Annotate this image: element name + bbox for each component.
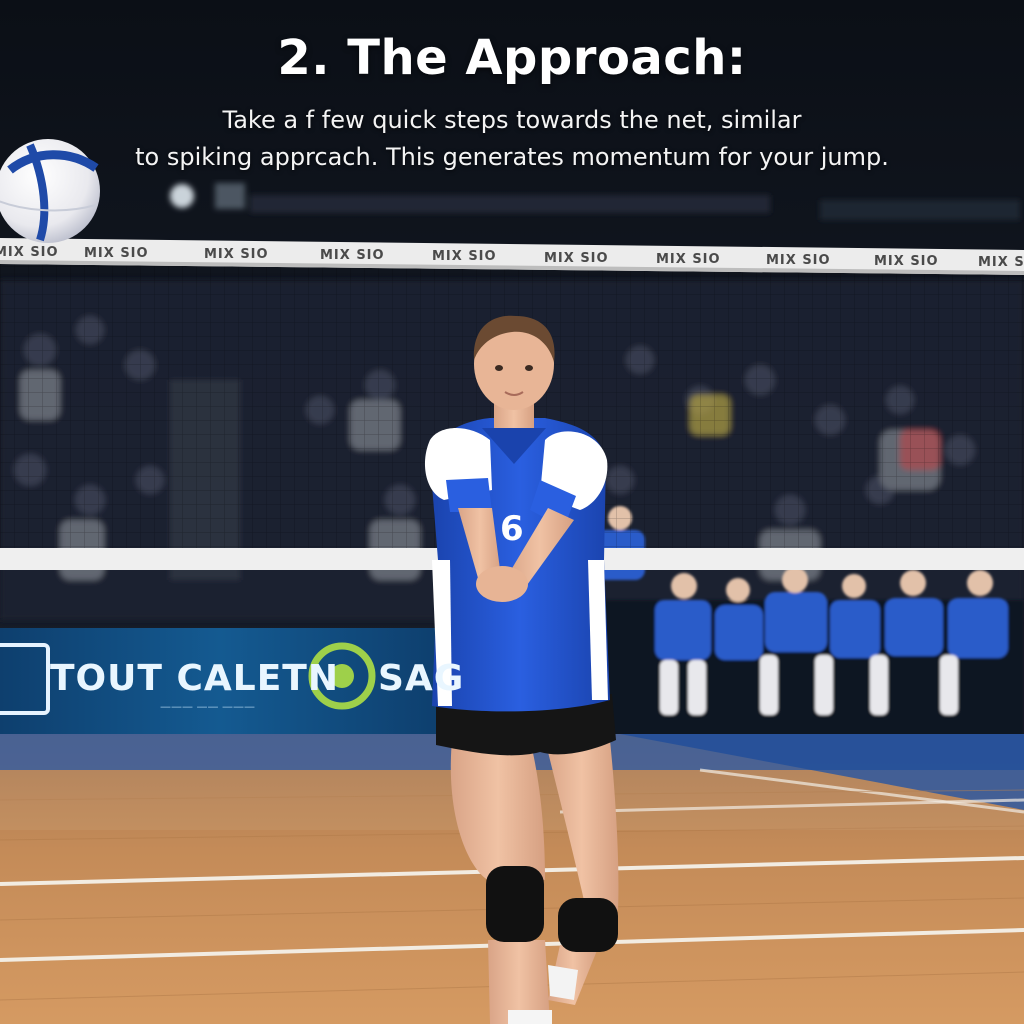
- knee-pad-left: [486, 866, 544, 942]
- slide-title: 2. The Approach:: [277, 30, 747, 86]
- knee-pad-right: [558, 898, 618, 952]
- caption-line-2: to spiking apprcach. This generates mome…: [135, 143, 889, 171]
- sponsor-banner: [0, 628, 440, 734]
- volleyball-scene: 2. The Approach: Take a f few quick step…: [0, 0, 1024, 1024]
- caption-line-1: Take a f few quick steps towards the net…: [222, 106, 802, 134]
